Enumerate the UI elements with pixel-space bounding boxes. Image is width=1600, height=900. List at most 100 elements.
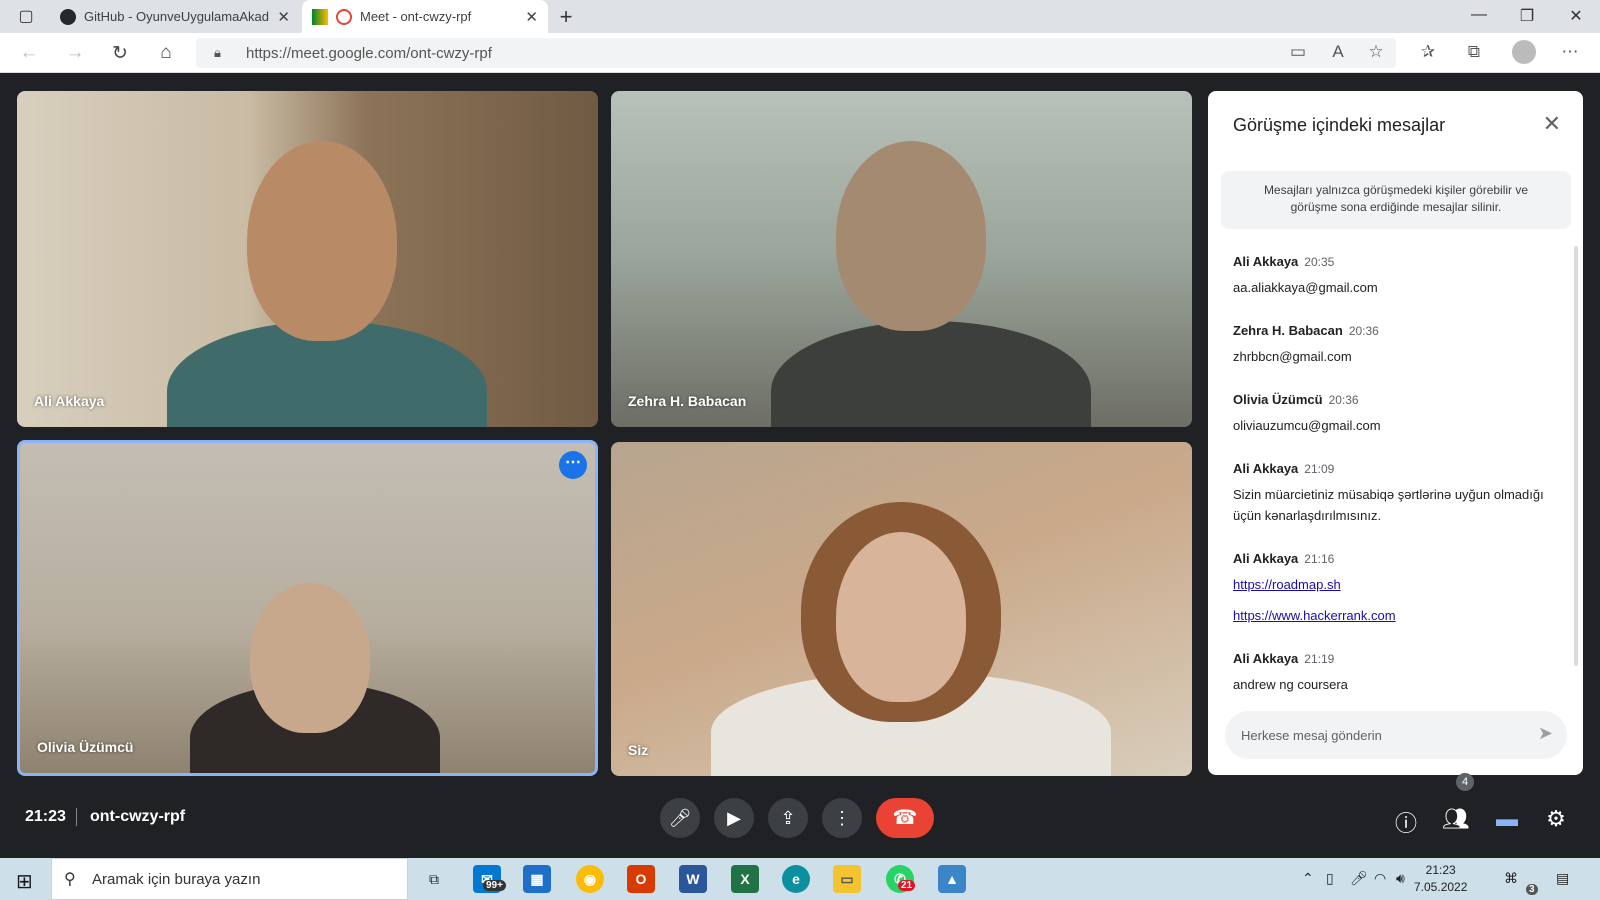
photos-icon[interactable]: ▲ [938, 865, 966, 893]
refresh-icon[interactable]: ↻ [108, 42, 132, 65]
people-icon[interactable]: 👥︎ [1442, 806, 1470, 832]
people-count-badge: 4 [1456, 773, 1474, 791]
tab-meet[interactable]: Meet - ont-cwzy-rpf ✕ [302, 0, 548, 33]
clock-date: 7.05.2022 [1414, 880, 1468, 894]
tab-github[interactable]: GitHub - OyunveUygulamaAkad ✕ [50, 0, 300, 33]
close-tab-icon[interactable]: ✕ [277, 8, 290, 26]
close-tab-icon[interactable]: ✕ [525, 8, 538, 26]
video-tile-zehra-babacan[interactable]: Zehra H. Babacan [611, 91, 1192, 427]
clock-time: 21:23 [1425, 863, 1456, 877]
whatsapp-badge: 21 [898, 880, 916, 891]
url-text: https://meet.google.com/ont-cwzy-rpf [246, 45, 492, 62]
chat-message: Ali Akkaya 21:16 https://roadmap.sh https… [1233, 550, 1563, 626]
taskbar-search-input[interactable]: ⚲ Aramak için buraya yazın [51, 858, 408, 900]
video-tile-olivia-uzumcu[interactable]: ⋯ Olivia Üzümcü [17, 440, 598, 776]
present-screen-button[interactable]: ⇪ [768, 798, 808, 838]
participant-name: Olivia Üzümcü [37, 739, 134, 755]
url-field[interactable]: 🔒︎ https://meet.google.com/ont-cwzy-rpf [196, 38, 1396, 68]
chat-message: Ali Akkaya 20:35 aa.aliakkaya@gmail.com [1233, 253, 1563, 298]
message-sender: Olivia Üzümcü [1233, 392, 1323, 407]
word-icon[interactable]: W [679, 865, 707, 893]
more-options-button[interactable]: ⋮ [822, 798, 862, 838]
video-tile-self[interactable]: Siz [611, 442, 1192, 776]
wifi-icon[interactable]: ◠ [1374, 870, 1386, 887]
browser-titlebar: ▢ GitHub - OyunveUygulamaAkad ✕ Meet - o… [0, 0, 1600, 33]
video-tile-ali-akkaya[interactable]: Ali Akkaya [17, 91, 598, 427]
more-menu-icon[interactable]: ⋯ [1558, 42, 1582, 62]
recording-icon [336, 8, 352, 25]
microphone-button[interactable]: 🎤︎ [660, 798, 700, 838]
chat-panel: Görüşme içindeki mesajlar ✕ Mesajları ya… [1208, 91, 1583, 775]
home-icon[interactable]: ⌂ [154, 42, 178, 64]
collections-icon[interactable]: ⧉ [1462, 42, 1486, 62]
message-link-hackerrank[interactable]: https://www.hackerrank.com [1233, 605, 1563, 626]
message-sender: Zehra H. Babacan [1233, 323, 1343, 338]
back-icon[interactable]: ← [17, 42, 41, 64]
search-icon: ⚲ [64, 871, 76, 888]
show-hidden-icons-icon[interactable]: ⌃ [1302, 870, 1314, 887]
message-link-roadmap[interactable]: https://roadmap.sh [1233, 574, 1563, 595]
lock-icon[interactable]: 🔒︎ [214, 45, 221, 61]
message-text: aa.aliakkaya@gmail.com [1233, 280, 1378, 295]
read-aloud-icon[interactable]: A [1326, 42, 1350, 62]
camera-permission-icon[interactable]: ▭ [1286, 42, 1310, 62]
file-explorer-icon[interactable]: ▭ [833, 865, 861, 893]
maximize-icon[interactable]: ❐ [1517, 6, 1537, 26]
message-input-placeholder: Herkese mesaj gönderin [1241, 728, 1382, 743]
meet-icon [312, 8, 328, 25]
add-favorite-icon[interactable]: ☆ [1364, 42, 1388, 62]
participant-face [836, 532, 966, 702]
activities-icon[interactable]: ⚙︎ [1542, 806, 1570, 832]
forward-icon[interactable]: → [63, 42, 87, 64]
mail-badge: 99+ [483, 880, 506, 891]
edge-icon[interactable]: e [782, 865, 810, 893]
office-icon[interactable]: O [627, 865, 655, 893]
microphone-tray-icon[interactable]: 🎤︎ [1350, 870, 1368, 887]
volume-icon[interactable]: 🔊︎ [1396, 870, 1405, 887]
participant-silhouette [771, 321, 1091, 427]
taskbar-clock[interactable]: 21:23 7.05.2022 [1414, 862, 1467, 896]
windows-start-icon[interactable]: ⊞ [16, 869, 33, 894]
minimize-icon[interactable]: — [1469, 6, 1489, 24]
participant-face [250, 583, 370, 733]
meeting-time: 21:23 [25, 808, 66, 825]
message-input[interactable]: Herkese mesaj gönderin ➤ [1225, 711, 1567, 759]
tab-actions-icon[interactable]: ▢ [16, 6, 36, 26]
message-sender: Ali Akkaya [1233, 651, 1299, 666]
notification-center-icon[interactable]: ▤ [1556, 870, 1569, 887]
task-view-icon[interactable]: ⧉ [420, 865, 448, 893]
device-icon[interactable]: ▯ [1326, 870, 1334, 887]
participant-face [247, 141, 397, 341]
github-icon [60, 8, 76, 25]
chat-title: Görüşme içindeki mesajlar [1233, 115, 1446, 135]
chat-message: Ali Akkaya 21:19 andrew ng coursera [1233, 650, 1563, 695]
participant-name: Zehra H. Babacan [628, 393, 747, 409]
meet-now-icon[interactable]: ⌘ [1504, 870, 1518, 887]
camera-button[interactable]: ▶ [714, 798, 754, 838]
meeting-info-icon[interactable]: ⓘ [1392, 806, 1420, 838]
store-icon[interactable]: ▦ [523, 865, 551, 893]
meeting-code: ont-cwzy-rpf [90, 808, 186, 825]
excel-icon[interactable]: X [731, 865, 759, 893]
message-text: oliviauzumcu@gmail.com [1233, 418, 1381, 433]
chat-message: Ali Akkaya 21:09 Sizin müarcietiniz müsab… [1233, 460, 1563, 526]
leave-call-button[interactable]: ☎︎ [876, 798, 934, 838]
windows-taskbar: ⊞ ⚲ Aramak için buraya yazın ⧉ ✉ 99+ ▦ ◉… [0, 858, 1600, 900]
close-icon[interactable]: ✕ [1543, 111, 1561, 137]
close-window-icon[interactable]: ✕ [1566, 6, 1586, 26]
more-options-button[interactable]: ⋯ [559, 451, 587, 479]
participant-name: Ali Akkaya [34, 393, 105, 409]
chat-icon[interactable]: ▬ [1493, 806, 1521, 832]
chrome-icon[interactable]: ◉ [576, 865, 604, 893]
message-sender: Ali Akkaya [1233, 254, 1299, 269]
new-tab-button[interactable]: + [556, 4, 576, 30]
meeting-controls: 21:23 ont-cwzy-rpf 🎤︎ ▶ ⇪ ⋮ ☎︎ ⓘ 👥︎ 4 ▬ … [0, 773, 1600, 858]
tab-label: Meet - ont-cwzy-rpf [360, 9, 472, 24]
message-time: 20:36 [1328, 393, 1359, 407]
favorites-icon[interactable]: ✰ [1416, 42, 1440, 62]
chat-scrollbar[interactable] [1574, 246, 1578, 666]
message-time: 20:36 [1348, 324, 1379, 338]
participant-face [836, 141, 986, 331]
send-icon[interactable]: ➤ [1538, 723, 1553, 744]
profile-avatar[interactable] [1512, 40, 1536, 64]
